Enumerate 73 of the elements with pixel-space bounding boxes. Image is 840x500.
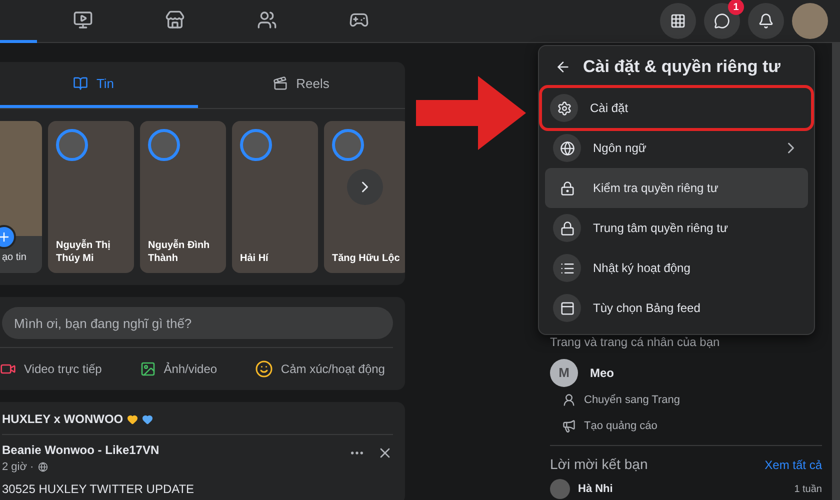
padlock-icon [560,180,574,196]
story-card[interactable]: Hải Hí [232,121,318,273]
lock-icon [560,220,574,236]
menu-item-label: Nhật ký hoạt động [593,260,690,277]
groups-icon [257,10,277,30]
video-icon [73,10,93,30]
story-author: Nguyễn Thị Thúy Mi [56,240,112,265]
panel-icon [560,300,574,316]
menu-title: Cài đặt & quyền riêng tư [583,56,780,78]
menu-item-label: Kiểm tra quyền riêng tư [593,180,718,197]
heart-icon [127,414,138,424]
avatar[interactable] [792,3,828,39]
feed-tab[interactable]: Tin [0,62,198,108]
friend-avatar [550,479,570,499]
story-card[interactable]: Nguyễn Thị Thúy Mi [48,121,134,273]
story-label: ạo tin [2,251,26,265]
menu-item-label: Tùy chọn Bảng feed [593,300,700,317]
feed-tab[interactable]: Reels [198,62,405,108]
composer-action[interactable]: Cảm xúc/hoạt động [246,354,393,384]
section-title: Trang và trang cá nhân của bạn [550,334,721,351]
globe-icon [560,140,574,156]
notification-count: 1 [728,0,744,15]
group-title: HUXLEY x WONWOO [2,411,124,428]
story-avatar [240,129,272,161]
menu-item[interactable]: Ngôn ngữ [545,128,808,168]
menu-item[interactable]: Tùy chọn Bảng feed [545,288,808,328]
store-icon [165,10,185,30]
story-author: Nguyễn Đình Thành [148,240,211,265]
menu-item[interactable]: Cài đặt [542,88,811,128]
bell-icon [758,13,774,29]
friend-requests-title: Lời mời kết bạn [550,455,648,474]
menu-item-label: Trung tâm quyền riêng tư [593,220,728,237]
clapperboard-icon [273,76,288,91]
plus-icon [0,230,11,244]
story-author: Tăng Hữu Lộc [332,252,401,265]
menu-button[interactable] [660,3,696,39]
page-action[interactable]: Chuyển sang Trang [562,387,822,413]
globe-icon [38,462,48,472]
request-time: 1 tuần [794,482,822,496]
list-icon [560,260,574,276]
post-author[interactable]: Beanie Wonwoo - Like17VN [2,441,160,459]
status-input-field[interactable]: Mình ơi, bạn đang nghĩ gì thế? [2,307,393,339]
person-icon [562,393,576,407]
page-avatar: M [550,359,578,387]
friend-name[interactable]: Hà Nhi [578,480,613,498]
grid-icon [670,13,686,29]
menu-item[interactable]: Nhật ký hoạt động [545,248,808,288]
story-card[interactable]: Tăng Hữu Lộc [324,121,405,273]
notifications-button[interactable] [748,3,784,39]
composer-action[interactable]: Video trực tiếp [0,354,110,384]
see-all-link[interactable]: Xem tất cả [764,456,822,474]
page-action[interactable]: Tạo quảng cáo [562,413,822,439]
story-author: Hải Hí [240,252,270,265]
story-avatar [332,129,364,161]
chat-icon [714,13,730,29]
post-text: 30525 HUXLEY TWITTER UPDATE [2,480,196,498]
book-icon [73,76,88,91]
composer-action[interactable]: Ảnh/video [132,354,226,384]
megaphone-icon [562,419,576,433]
story-card[interactable]: Nguyễn Đình Thành [140,121,226,273]
image-icon [140,361,156,377]
menu-item-label: Ngôn ngữ [593,140,646,157]
menu-item[interactable]: Kiểm tra quyền riêng tư [545,168,808,208]
smiley-icon [254,360,273,378]
post-time: 2 giờ · [2,460,34,475]
settings-icon [556,100,572,116]
story-avatar [56,129,88,161]
menu-item[interactable]: Trung tâm quyền riêng tư [545,208,808,248]
page-name[interactable]: Meo [590,364,614,382]
menu-item-label: Cài đặt [590,100,628,117]
story-avatar [148,129,180,161]
heart-icon [142,414,154,424]
create-story-card[interactable]: ạo tin [0,121,42,273]
